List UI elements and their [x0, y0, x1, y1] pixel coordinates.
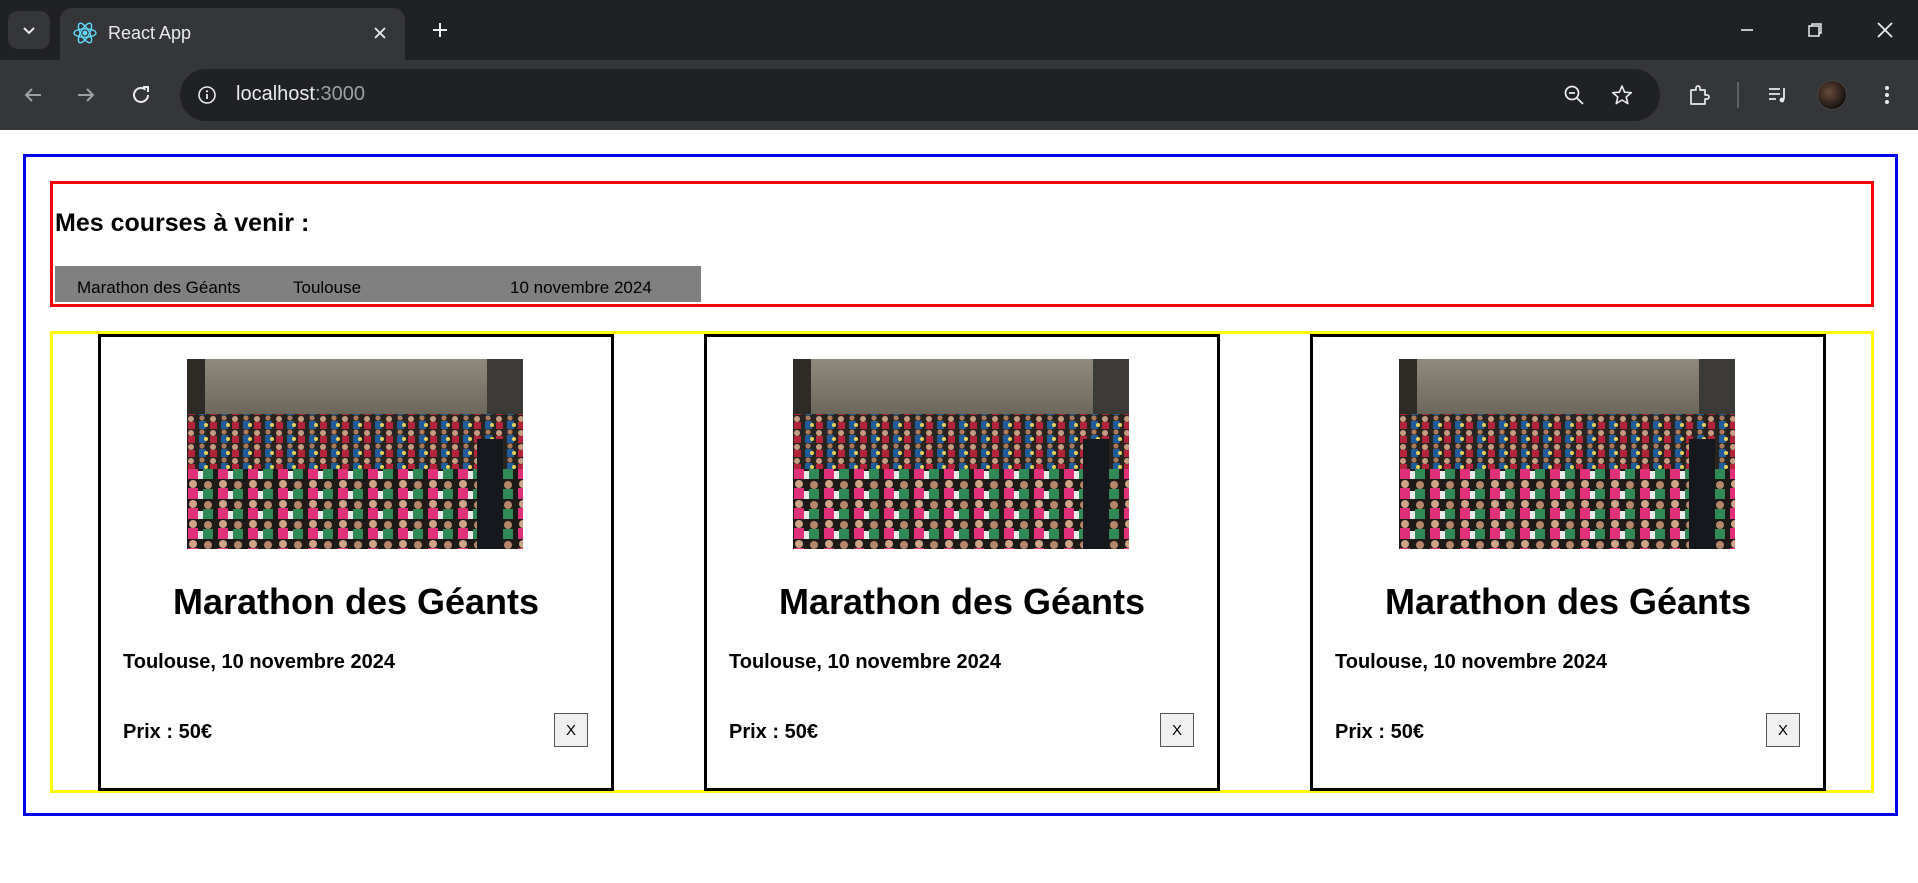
restore-icon [1808, 23, 1822, 37]
forward-button[interactable] [67, 76, 105, 114]
upcoming-races-title: Mes courses à venir : [55, 209, 310, 237]
minimize-button[interactable] [1724, 12, 1770, 48]
site-info-button[interactable] [190, 78, 224, 112]
upcoming-races-section: Mes courses à venir : Marathon des Géant… [50, 181, 1874, 307]
race-card-price: Prix : 50€ [123, 721, 212, 743]
arrow-right-icon [78, 88, 95, 102]
race-date: 10 novembre 2024 [510, 278, 652, 297]
race-card-location: Toulouse, 10 novembre 2024 [729, 651, 1001, 673]
active-tab[interactable]: React App [60, 8, 405, 60]
remove-race-button[interactable]: X [1160, 713, 1194, 747]
app-container: Mes courses à venir : Marathon des Géant… [23, 154, 1898, 816]
close-window-button[interactable] [1862, 12, 1908, 48]
race-photo [187, 359, 523, 549]
url-text: localhost:3000 [236, 83, 365, 106]
extensions-button[interactable] [1681, 77, 1717, 113]
race-card-price: Prix : 50€ [1335, 721, 1424, 743]
profile-avatar[interactable] [1817, 80, 1847, 110]
media-control-icon [1769, 88, 1785, 103]
race-card: Marathon des Géants Toulouse, 10 novembr… [704, 334, 1220, 791]
race-card-title: Marathon des Géants [172, 581, 540, 622]
media-control-button[interactable] [1760, 77, 1796, 113]
tab-close-button[interactable] [367, 20, 393, 46]
restore-button[interactable] [1792, 12, 1838, 48]
race-card: Marathon des Géants Toulouse, 10 novembr… [98, 334, 614, 791]
address-bar[interactable]: localhost:3000 [180, 69, 1660, 121]
new-tab-button[interactable] [424, 14, 456, 46]
plus-icon [433, 23, 447, 37]
info-icon [198, 86, 216, 104]
upcoming-race-row: Marathon des Géants Toulouse 10 novembre… [55, 266, 701, 302]
tab-title: React App [108, 23, 192, 43]
minimize-icon [1741, 29, 1753, 31]
remove-race-button[interactable]: X [554, 713, 588, 747]
remove-race-button[interactable]: X [1766, 713, 1800, 747]
more-vertical-icon [1885, 86, 1889, 104]
browser-toolbar: localhost:3000 [0, 60, 1918, 130]
race-card-location: Toulouse, 10 novembre 2024 [123, 651, 395, 673]
browser-tab-strip: React App [0, 0, 1918, 60]
star-icon [1611, 85, 1633, 105]
race-card: Marathon des Géants Toulouse, 10 novembr… [1310, 334, 1826, 791]
url-host: localhost [236, 83, 315, 105]
race-card-location: Toulouse, 10 novembre 2024 [1335, 651, 1607, 673]
race-card-price: Prix : 50€ [729, 721, 818, 743]
react-logo-icon [73, 22, 97, 44]
tab-search-button[interactable] [8, 11, 50, 49]
bookmark-button[interactable] [1606, 79, 1638, 111]
reload-icon [133, 86, 149, 103]
close-icon [1877, 22, 1893, 38]
zoom-out-icon [1564, 85, 1584, 105]
back-button[interactable] [14, 76, 52, 114]
race-cards-section: Marathon des Géants Toulouse, 10 novembr… [50, 331, 1874, 793]
close-icon [374, 27, 386, 39]
race-photo [1399, 359, 1735, 549]
race-photo [793, 359, 1129, 549]
race-name: Marathon des Géants [77, 278, 241, 297]
reload-button[interactable] [122, 76, 160, 114]
url-port: :3000 [314, 83, 365, 105]
race-card-title: Marathon des Géants [1384, 581, 1752, 622]
puzzle-icon [1690, 85, 1710, 105]
browser-menu-button[interactable] [1869, 77, 1905, 113]
arrow-left-icon [24, 88, 41, 102]
race-card-title: Marathon des Géants [778, 581, 1146, 622]
toolbar-separator [1737, 82, 1739, 108]
zoom-button[interactable] [1558, 79, 1590, 111]
race-city: Toulouse [293, 278, 362, 297]
chevron-down-icon [23, 27, 35, 35]
